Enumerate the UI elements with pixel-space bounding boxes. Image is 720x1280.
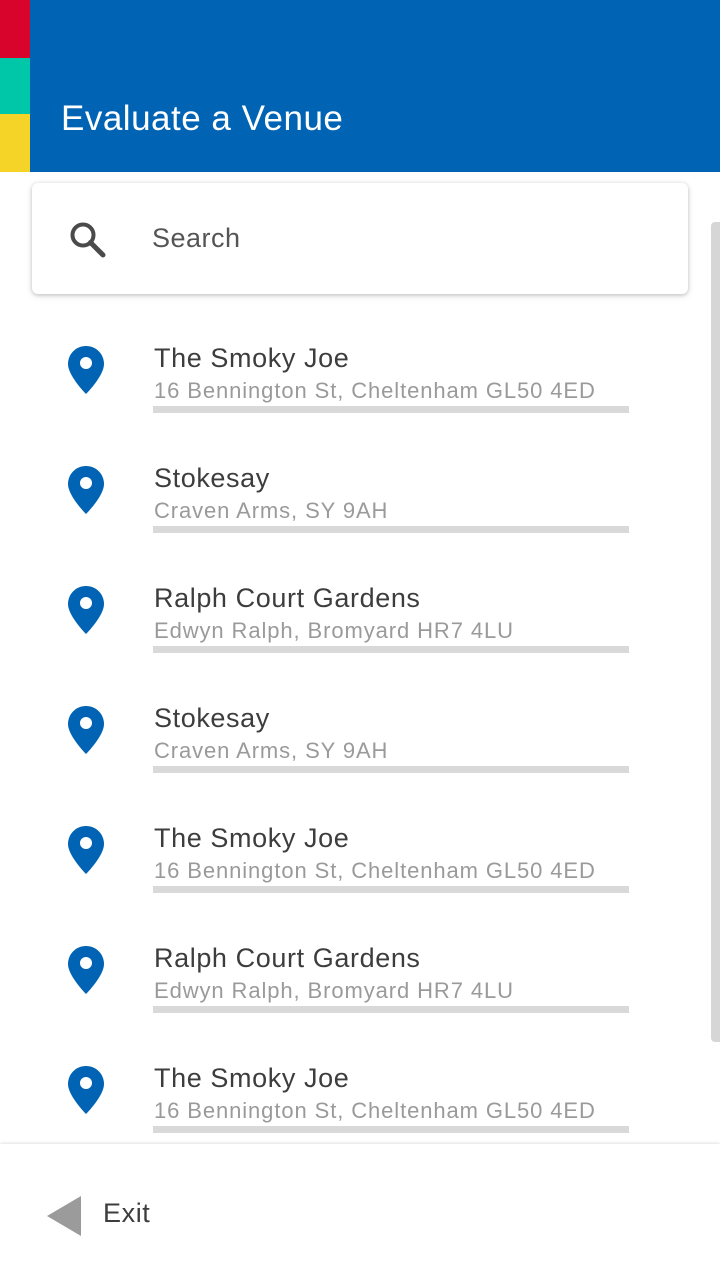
venue-name: The Smoky Joe <box>154 343 350 373</box>
app-screen: Evaluate a Venue The Smoky Joe 16 Benning… <box>0 0 720 1280</box>
venue-list-item[interactable]: Stokesay Craven Arms, SY 9AH <box>0 660 700 780</box>
location-pin-icon <box>68 346 104 394</box>
exit-button[interactable]: Exit <box>40 1192 180 1238</box>
venue-list-item[interactable]: Stokesay Craven Arms, SY 9AH <box>0 420 700 540</box>
venue-list-item[interactable]: Ralph Court Gardens Edwyn Ralph, Bromyard… <box>0 900 700 1020</box>
location-pin-icon <box>68 466 104 514</box>
page-title: Evaluate a Venue <box>61 99 344 138</box>
exit-label: Exit <box>103 1198 151 1228</box>
footer-bar: Exit <box>0 1144 720 1280</box>
location-pin-icon <box>68 706 104 754</box>
location-pin-icon <box>68 1066 104 1114</box>
venue-list-item[interactable]: The Smoky Joe 16 Bennington St, Cheltenha… <box>0 1020 700 1140</box>
location-pin-icon <box>68 586 104 634</box>
venue-name: The Smoky Joe <box>154 823 350 853</box>
venue-list-item[interactable]: Ralph Court Gardens Edwyn Ralph, Bromyard… <box>0 540 700 660</box>
venue-name: Stokesay <box>154 463 270 493</box>
list-scrollbar[interactable] <box>711 222 720 1042</box>
header-bar: Evaluate a Venue <box>0 0 720 172</box>
brand-stripe-red <box>0 0 30 58</box>
brand-stripe-yellow <box>0 114 30 172</box>
search-icon[interactable] <box>68 220 108 260</box>
brand-stripe-teal <box>0 58 30 114</box>
venue-divider <box>153 646 629 653</box>
back-triangle-icon <box>47 1196 81 1236</box>
venue-address: 16 Bennington St, Cheltenham GL50 4ED <box>154 1098 596 1123</box>
venue-name: The Smoky Joe <box>154 1063 350 1093</box>
venue-list: The Smoky Joe 16 Bennington St, Cheltenha… <box>0 300 700 1145</box>
venue-divider <box>153 886 629 893</box>
location-pin-icon <box>68 946 104 994</box>
venue-address: Craven Arms, SY 9AH <box>154 498 389 523</box>
search-input[interactable] <box>150 214 654 262</box>
venue-name: Ralph Court Gardens <box>154 943 421 973</box>
venue-divider <box>153 1006 629 1013</box>
venue-name: Ralph Court Gardens <box>154 583 421 613</box>
venue-address: Craven Arms, SY 9AH <box>154 738 389 763</box>
venue-address: Edwyn Ralph, Bromyard HR7 4LU <box>154 618 514 643</box>
venue-address: Edwyn Ralph, Bromyard HR7 4LU <box>154 978 514 1003</box>
location-pin-icon <box>68 826 104 874</box>
venue-address: 16 Bennington St, Cheltenham GL50 4ED <box>154 378 596 403</box>
venue-list-item[interactable]: The Smoky Joe 16 Bennington St, Cheltenha… <box>0 780 700 900</box>
venue-divider <box>153 766 629 773</box>
venue-address: 16 Bennington St, Cheltenham GL50 4ED <box>154 858 596 883</box>
venue-divider <box>153 526 629 533</box>
venue-divider <box>153 406 629 413</box>
venue-name: Stokesay <box>154 703 270 733</box>
venue-divider <box>153 1126 629 1133</box>
venue-list-item[interactable]: The Smoky Joe 16 Bennington St, Cheltenha… <box>0 300 700 420</box>
